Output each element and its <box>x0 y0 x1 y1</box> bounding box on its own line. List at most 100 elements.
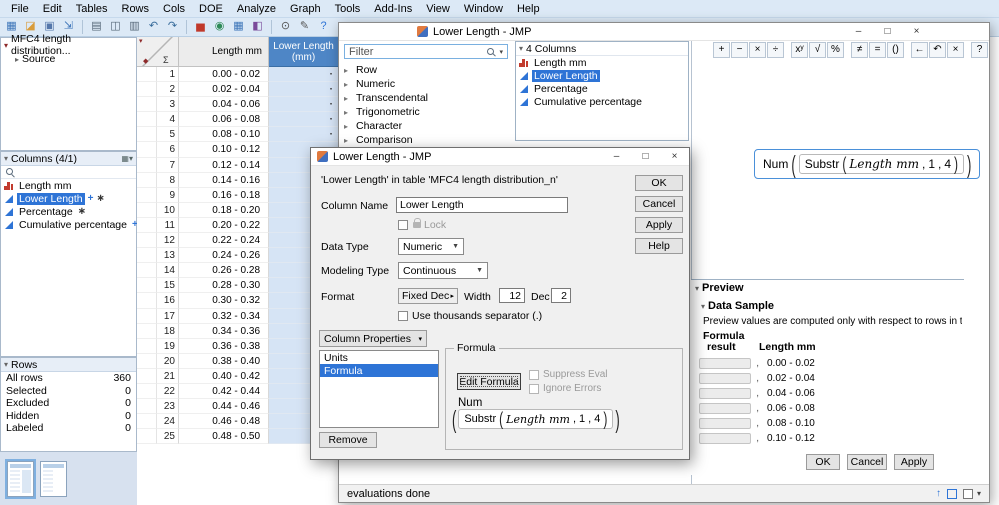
disclosure-down-icon[interactable]: ▾ <box>4 41 8 50</box>
dec-input[interactable] <box>551 288 571 303</box>
cell-length-mm[interactable]: 0.06 - 0.08 <box>179 112 269 128</box>
disclosure-down-icon[interactable]: ▾ <box>4 360 8 369</box>
formula-tool-brackets-icon[interactable]: () <box>887 41 904 58</box>
column-header-length-mm[interactable]: Length mm <box>179 37 269 67</box>
width-input[interactable] <box>499 288 525 303</box>
cell-length-mm[interactable]: 0.08 - 0.10 <box>179 127 269 143</box>
formula-tool-backspace-icon[interactable]: ← <box>911 41 928 58</box>
menu-analyze[interactable]: Analyze <box>230 2 283 16</box>
row-number[interactable]: 11 <box>157 217 179 234</box>
cell-length-mm[interactable]: 0.12 - 0.14 <box>179 157 269 173</box>
function-group-comparison[interactable]: ▸ Comparison <box>344 133 508 147</box>
row-state-cell[interactable] <box>137 429 157 445</box>
keep-window-icon[interactable] <box>946 488 957 499</box>
row-state-cell[interactable] <box>137 127 157 143</box>
cell-length-mm[interactable]: 0.30 - 0.32 <box>179 293 269 309</box>
menu-window[interactable]: Window <box>457 2 510 16</box>
columns-selector-icon[interactable]: ▾ <box>139 37 143 45</box>
row-state-cell[interactable] <box>137 293 157 309</box>
close-icon[interactable]: × <box>902 23 931 41</box>
row-number[interactable]: 17 <box>157 308 179 324</box>
cell-length-mm[interactable]: 0.46 - 0.48 <box>179 414 269 430</box>
cell-lower-length-missing[interactable]: · <box>269 127 338 143</box>
row-state-cell[interactable] <box>137 338 157 354</box>
cell-length-mm[interactable]: 0.28 - 0.30 <box>179 278 269 294</box>
cell-length-mm[interactable]: 0.38 - 0.40 <box>179 353 269 369</box>
data-type-select[interactable]: Numeric ▼ <box>398 238 464 255</box>
formula-tool-clear-icon[interactable]: × <box>947 41 964 58</box>
toolbar-tabulate-icon[interactable]: ▦ <box>230 19 247 35</box>
window-thumbnail-report[interactable] <box>40 460 67 497</box>
checkbox-icon[interactable] <box>398 311 408 321</box>
ignore-errors-checkbox[interactable]: Ignore Errors <box>529 383 601 394</box>
window-thumbnail-data-table[interactable] <box>5 458 36 499</box>
formula-tool-root-icon[interactable]: √ <box>809 41 826 58</box>
property-units[interactable]: Units <box>320 351 438 364</box>
maximize-icon[interactable]: □ <box>631 148 660 166</box>
minimize-icon[interactable]: – <box>844 23 873 41</box>
row-state-icon[interactable]: ◆ <box>143 57 148 65</box>
menu-rows[interactable]: Rows <box>115 2 157 16</box>
menu-edit[interactable]: Edit <box>36 2 69 16</box>
status-options-caret-icon[interactable]: ▾ <box>977 489 981 498</box>
columns-panel-header[interactable]: ▾ Columns (4/1) ▦▾ <box>1 152 136 166</box>
row-number[interactable]: 7 <box>157 157 179 173</box>
row-number[interactable]: 20 <box>157 353 179 369</box>
toolbar-redo-icon[interactable]: ↷ <box>164 19 181 35</box>
formula-tool-help-icon[interactable]: ? <box>971 41 988 58</box>
cell-length-mm[interactable]: 0.00 - 0.02 <box>179 67 269 83</box>
row-number[interactable]: 5 <box>157 127 179 143</box>
formula-tool-undo-icon[interactable]: ↶ <box>929 41 946 58</box>
menu-doe[interactable]: DOE <box>192 2 230 16</box>
dialog-help-button[interactable]: Help <box>635 238 683 254</box>
cell-lower-length-missing[interactable]: · <box>269 97 338 113</box>
cell-lower-length-missing[interactable]: · <box>269 67 338 83</box>
row-state-cell[interactable] <box>137 399 157 415</box>
formula-window-titlebar[interactable]: Lower Length - JMP – □ × <box>339 23 989 41</box>
remove-property-button[interactable]: Remove <box>319 432 377 448</box>
row-state-cell[interactable] <box>137 308 157 324</box>
row-number[interactable]: 6 <box>157 142 179 158</box>
cell-length-mm[interactable]: 0.20 - 0.22 <box>179 217 269 234</box>
formula-inner-function[interactable]: Substr <box>805 157 840 171</box>
cell-length-mm[interactable]: 0.04 - 0.06 <box>179 97 269 113</box>
formula-column-percentage[interactable]: Percentage <box>516 82 688 95</box>
formula-column-length-mm[interactable]: Length mm <box>516 56 688 69</box>
formula-tool-power-icon[interactable]: xʸ <box>791 41 808 58</box>
column-properties-button[interactable]: Column Properties ▾ <box>319 330 427 347</box>
toolbar-graph-builder-icon[interactable]: ◧ <box>249 19 266 35</box>
disclosure-down-icon[interactable]: ▾ <box>4 154 8 163</box>
row-state-cell[interactable] <box>137 157 157 173</box>
checkbox-icon[interactable] <box>529 369 539 380</box>
formula-tool-equal-icon[interactable]: = <box>869 41 886 58</box>
row-state-cell[interactable] <box>137 67 157 83</box>
cell-lower-length-missing[interactable]: · <box>269 112 338 128</box>
edit-formula-button[interactable]: Edit Formula <box>457 373 521 390</box>
row-number[interactable]: 19 <box>157 338 179 354</box>
formula-tool-minus-icon[interactable]: − <box>731 41 748 58</box>
function-group-trigonometric[interactable]: ▸ Trigonometric <box>344 105 508 119</box>
formula-apply-button[interactable]: Apply <box>894 454 934 470</box>
formula-tool-divide-icon[interactable]: ÷ <box>767 41 784 58</box>
modeling-type-select[interactable]: Continuous ▼ <box>398 262 488 279</box>
menu-file[interactable]: File <box>4 2 36 16</box>
suppress-eval-checkbox[interactable]: Suppress Eval <box>529 369 607 380</box>
cell-length-mm[interactable]: 0.32 - 0.34 <box>179 308 269 324</box>
row-number[interactable]: 1 <box>157 67 179 83</box>
preview-header[interactable]: ▾ Preview <box>695 282 744 294</box>
row-state-cell[interactable] <box>137 353 157 369</box>
cell-length-mm[interactable]: 0.18 - 0.20 <box>179 202 269 218</box>
formula-outer-function[interactable]: Num <box>763 157 788 171</box>
row-state-cell[interactable] <box>137 248 157 264</box>
row-state-cell[interactable] <box>137 142 157 158</box>
formula-arg-start[interactable]: 1 <box>928 157 935 171</box>
sidebar-column-cumulative-percentage[interactable]: Cumulative percentage+∗ <box>1 218 149 231</box>
formula-columns-header[interactable]: ▾ 4 Columns <box>516 42 688 56</box>
columns-search[interactable] <box>1 166 136 179</box>
toolbar-undo-icon[interactable]: ↶ <box>145 19 162 35</box>
disclosure-right-icon[interactable]: ▸ <box>15 55 19 64</box>
menu-view[interactable]: View <box>419 2 457 16</box>
menu-graph[interactable]: Graph <box>283 2 328 16</box>
menu-cols[interactable]: Cols <box>156 2 192 16</box>
toolbar-annotate-icon[interactable]: ✎ <box>296 19 313 35</box>
